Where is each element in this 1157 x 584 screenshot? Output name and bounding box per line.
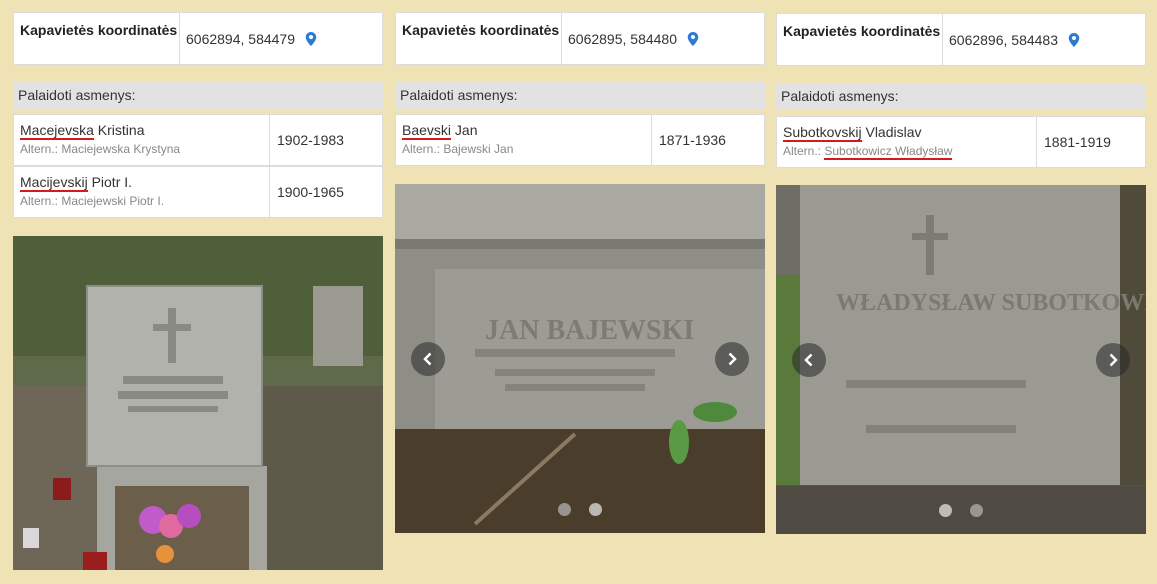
person-alt-name: Altern.: Maciejewski Piotr I. [20, 194, 165, 208]
person-alt-name: Altern.: Maciejewska Krystyna [20, 142, 181, 156]
map-pin-icon[interactable] [305, 31, 317, 46]
carousel-prev-button[interactable] [792, 342, 826, 377]
coordinates-label: Kapavietės koordinatės [396, 13, 562, 64]
map-pin-icon[interactable] [1068, 32, 1080, 47]
person-row[interactable]: Macejevska Kristina Altern.: Maciejewska… [13, 114, 383, 166]
coordinates-value: 6062895, 584480 [562, 13, 764, 64]
person-given-name: Kristina [93, 122, 145, 138]
grave-coordinates: Kapavietės koordinatės 6062894, 584479 [13, 12, 383, 65]
person-years: 1871-1936 [659, 132, 726, 148]
alt-name-text: Subotkowicz Władysław [824, 144, 953, 160]
buried-persons-header: Palaidoti asmenys: [13, 82, 383, 109]
chevron-right-icon [728, 352, 737, 365]
buried-persons-header: Palaidoti asmenys: [776, 83, 1146, 110]
grave-photo-carousel[interactable]: JAN BAJEWSKI [395, 184, 765, 533]
coordinates-text: 6062895, 584480 [568, 30, 677, 47]
chevron-left-icon [804, 353, 813, 366]
person-given-name: Vladislav [861, 124, 922, 140]
carousel-dot[interactable] [939, 503, 952, 517]
person-name[interactable]: Macijevskij Piotr I. [20, 173, 269, 192]
carousel-dots [395, 485, 765, 533]
person-years: 1902-1983 [277, 132, 344, 148]
grave-photo-carousel[interactable]: WŁADYSŁAW SUBOTKOWICZ [776, 185, 1146, 534]
carousel-dot[interactable] [589, 502, 602, 516]
carousel-dot[interactable] [558, 502, 571, 516]
carousel-dots [776, 486, 1146, 534]
coordinates-label: Kapavietės koordinatės [14, 13, 180, 64]
person-surname[interactable]: Baevski [402, 122, 452, 140]
stone-inscription: JAN BAJEWSKI [485, 315, 694, 346]
grave-photo[interactable] [13, 236, 383, 570]
coordinates-value: 6062894, 584479 [180, 13, 382, 64]
carousel-prev-button[interactable] [411, 341, 445, 376]
person-name[interactable]: Subotkovskij Vladislav [783, 123, 1036, 142]
alt-prefix: Altern.: [783, 144, 825, 158]
person-surname[interactable]: Subotkovskij [783, 124, 862, 142]
grave-photo-image [13, 236, 383, 570]
person-years: 1900-1965 [277, 184, 344, 200]
coordinates-text: 6062896, 584483 [949, 31, 1058, 48]
person-name[interactable]: Baevski Jan [402, 121, 651, 140]
person-names: Subotkovskij Vladislav Altern.: Subotkow… [777, 117, 1037, 167]
grave-photo-image: JAN BAJEWSKI [395, 184, 765, 533]
chevron-right-icon [1109, 353, 1118, 366]
person-names: Macijevskij Piotr I. Altern.: Maciejewsk… [14, 167, 270, 217]
buried-persons-header: Palaidoti asmenys: [395, 82, 765, 109]
coordinates-value: 6062896, 584483 [943, 14, 1145, 65]
grave-photo-image: WŁADYSŁAW SUBOTKOWICZ [776, 185, 1146, 534]
coordinates-label: Kapavietės koordinatės [777, 14, 943, 65]
person-surname[interactable]: Macejevska [20, 122, 94, 140]
person-alt-name: Altern.: Bajewski Jan [402, 142, 514, 156]
person-row[interactable]: Baevski Jan Altern.: Bajewski Jan 1871-1… [395, 114, 765, 166]
coordinates-text: 6062894, 584479 [186, 30, 295, 47]
person-names: Macejevska Kristina Altern.: Maciejewska… [14, 115, 270, 165]
person-years: 1881-1919 [1044, 134, 1111, 150]
person-surname[interactable]: Macijevskij [20, 174, 88, 192]
grave-coordinates: Kapavietės koordinatės 6062896, 584483 [776, 13, 1146, 66]
carousel-dot[interactable] [970, 503, 983, 517]
person-row[interactable]: Subotkovskij Vladislav Altern.: Subotkow… [776, 116, 1146, 168]
person-alt-name: Altern.: Subotkowicz Władysław [783, 144, 1036, 160]
person-given-name: Jan [451, 122, 478, 138]
stone-inscription: WŁADYSŁAW SUBOTKOWICZ [836, 290, 1146, 316]
carousel-next-button[interactable] [1096, 342, 1130, 377]
carousel-next-button[interactable] [715, 341, 749, 376]
person-name[interactable]: Macejevska Kristina [20, 121, 269, 140]
grave-coordinates: Kapavietės koordinatės 6062895, 584480 [395, 12, 765, 65]
person-given-name: Piotr I. [87, 174, 133, 190]
person-row[interactable]: Macijevskij Piotr I. Altern.: Maciejewsk… [13, 166, 383, 218]
chevron-left-icon [423, 352, 432, 365]
map-pin-icon[interactable] [687, 31, 699, 46]
person-names: Baevski Jan Altern.: Bajewski Jan [396, 115, 652, 165]
